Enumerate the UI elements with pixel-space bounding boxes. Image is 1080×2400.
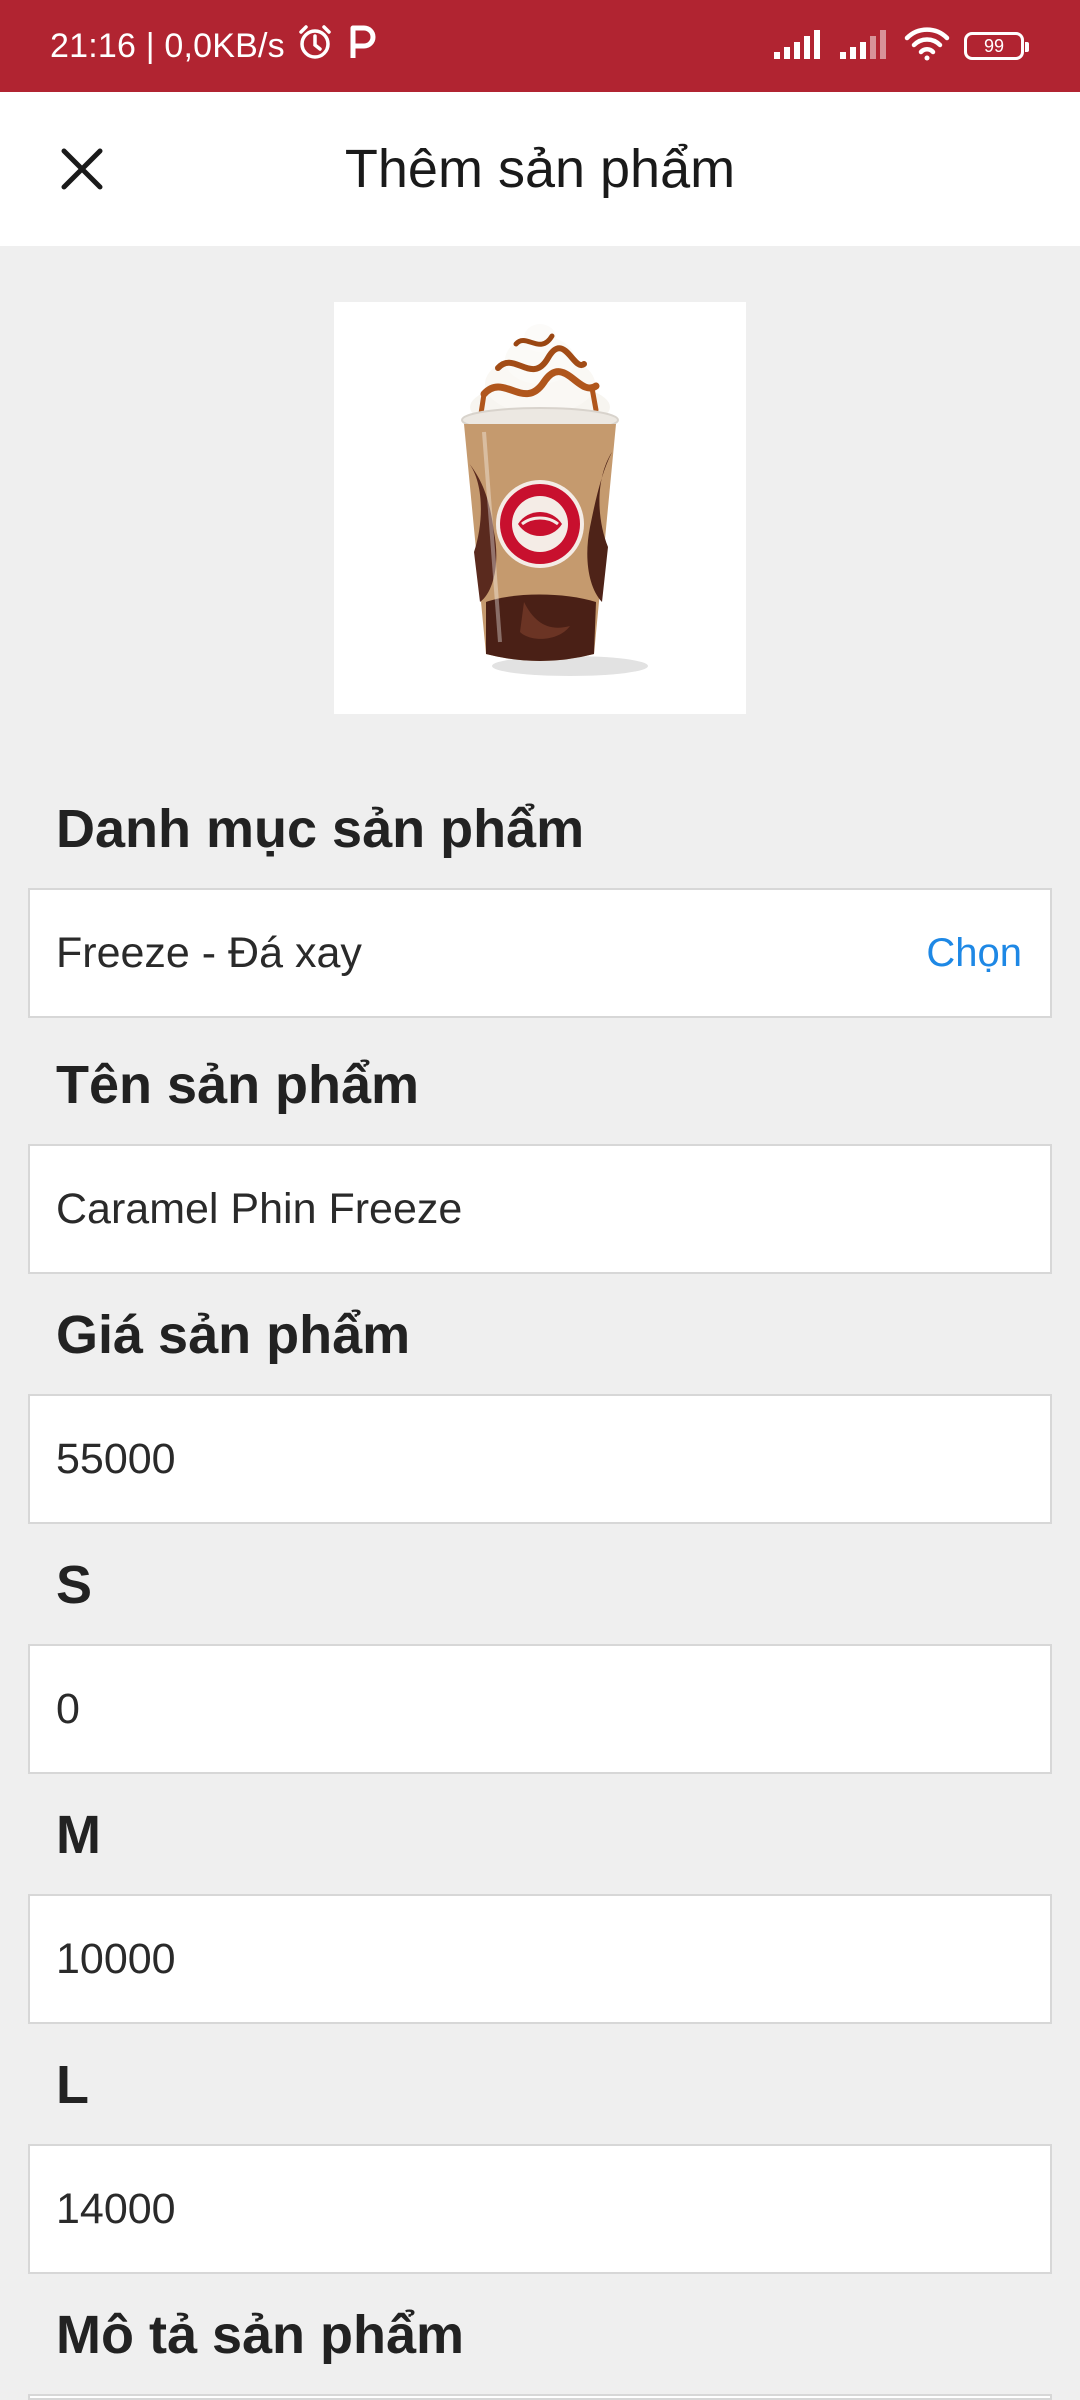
category-label: Danh mục sản phẩm: [56, 799, 585, 859]
size-l-label: L: [56, 2055, 89, 2115]
size-l-field[interactable]: [28, 2144, 1052, 2274]
description-label: Mô tả sản phẩm: [56, 2305, 465, 2365]
size-m-label: M: [56, 1805, 101, 1865]
category-selector[interactable]: Freeze - Đá xay Chọn: [28, 888, 1052, 1018]
size-m-input[interactable]: [30, 1896, 1050, 2022]
description-field[interactable]: [28, 2394, 1052, 2400]
parking-icon: [345, 22, 379, 71]
battery-icon: 99: [964, 32, 1029, 60]
highlands-coffee-drink-image: [461, 324, 648, 676]
close-button[interactable]: [40, 127, 124, 211]
alarm-icon: [295, 22, 335, 71]
status-bar: 21:16 | 0,0KB/s 99: [0, 0, 1080, 92]
status-left: 21:16 | 0,0KB/s: [50, 0, 379, 92]
size-s-field[interactable]: [28, 1644, 1052, 1774]
size-l-input[interactable]: [30, 2146, 1050, 2272]
product-name-label: Tên sản phẩm: [56, 1055, 420, 1115]
product-name-field[interactable]: [28, 1144, 1052, 1274]
page-title: Thêm sản phẩm: [344, 139, 736, 199]
status-time-info: 21:16 | 0,0KB/s: [50, 26, 285, 65]
product-name-input[interactable]: [30, 1146, 1050, 1272]
category-value: Freeze - Đá xay: [56, 928, 362, 977]
price-field[interactable]: [28, 1394, 1052, 1524]
wifi-icon: [904, 26, 950, 66]
close-icon: [61, 148, 103, 190]
status-right: 99: [772, 0, 1029, 92]
battery-level: 99: [983, 35, 1005, 56]
size-s-input[interactable]: [30, 1646, 1050, 1772]
size-m-field[interactable]: [28, 1894, 1052, 2024]
signal-icon: [838, 28, 890, 65]
signal-icon: [772, 28, 824, 65]
price-label: Giá sản phẩm: [56, 1305, 411, 1365]
app-bar: Thêm sản phẩm: [0, 92, 1080, 246]
size-s-label: S: [56, 1555, 93, 1615]
product-image[interactable]: [334, 302, 746, 714]
choose-category-button[interactable]: Chọn: [926, 890, 1022, 1016]
price-input[interactable]: [30, 1396, 1050, 1522]
